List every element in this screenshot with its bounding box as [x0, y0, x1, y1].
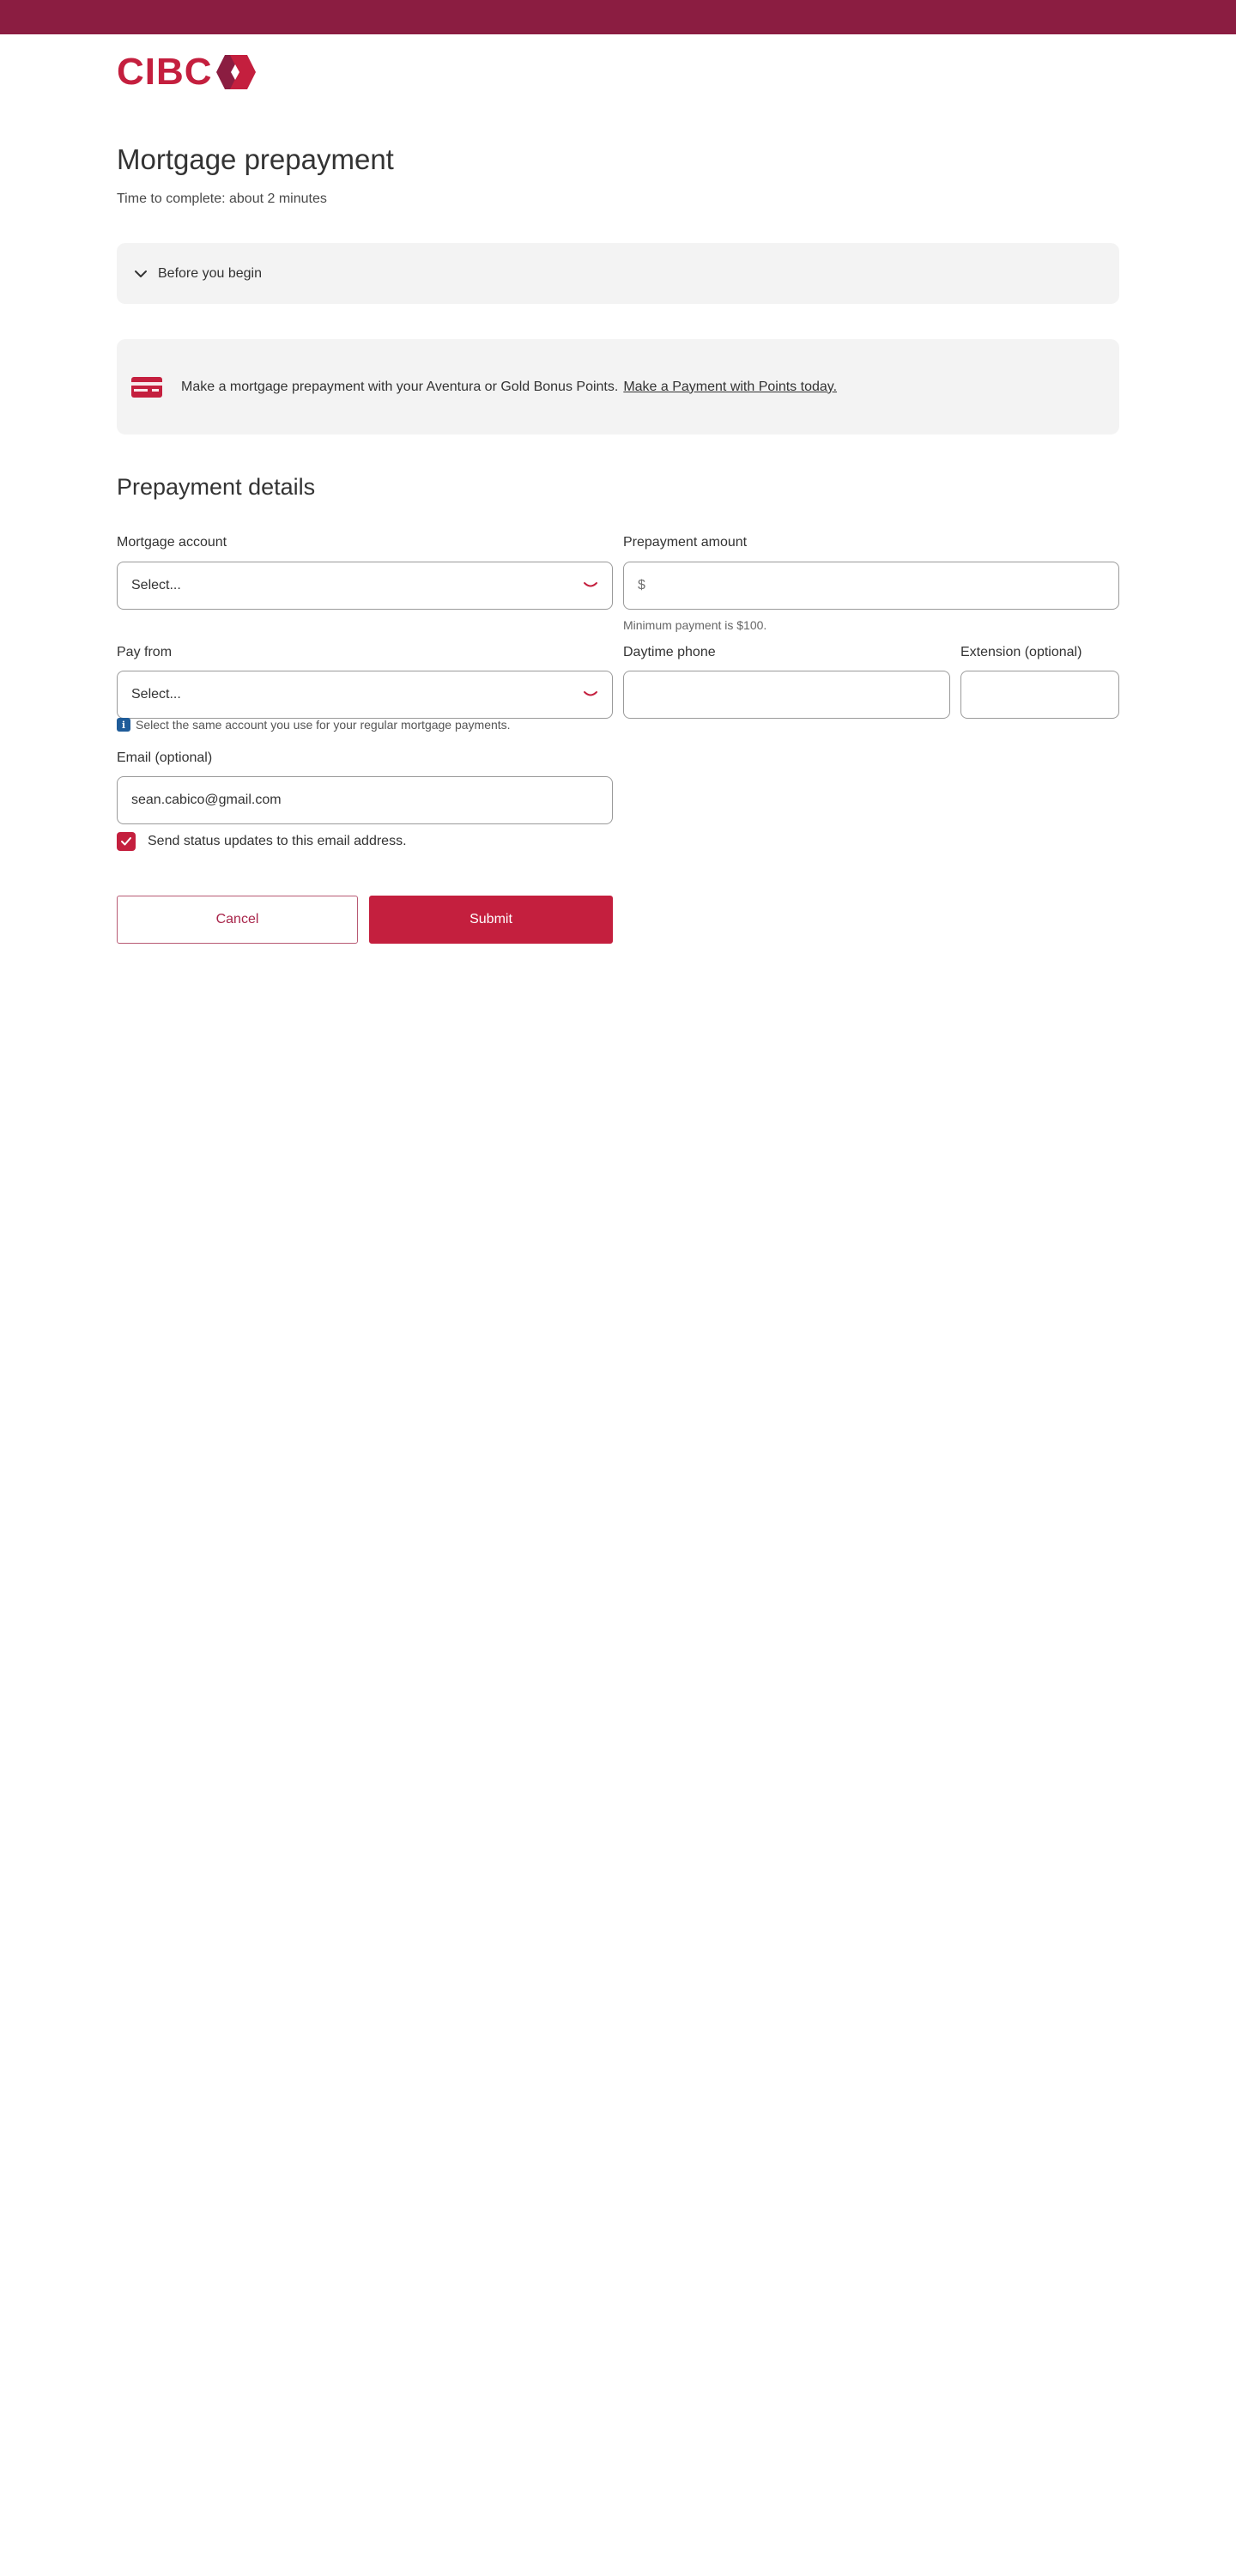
promo-text: Make a mortgage prepayment with your Ave… — [181, 379, 619, 394]
email-value: sean.cabico@gmail.com — [131, 793, 282, 807]
daytime-phone-label: Daytime phone — [623, 645, 716, 659]
chevron-down-icon — [135, 270, 147, 277]
currency-prefix: $ — [638, 578, 645, 592]
time-to-complete: Time to complete: about 2 minutes — [117, 191, 327, 206]
credit-card-icon — [131, 376, 162, 398]
points-promo-banner: Make a mortgage prepayment with your Ave… — [117, 339, 1119, 434]
checkmark-icon — [121, 837, 131, 846]
chevron-down-icon — [584, 582, 597, 587]
extension-field[interactable] — [975, 687, 1105, 702]
email-label: Email (optional) — [117, 750, 213, 765]
submit-button[interactable]: Submit — [369, 896, 613, 944]
mortgage-account-label: Mortgage account — [117, 535, 227, 550]
mortgage-account-value: Select... — [131, 578, 181, 592]
section-title: Prepayment details — [117, 474, 316, 500]
cancel-button[interactable]: Cancel — [117, 896, 358, 944]
pay-from-info-text: Select the same account you use for your… — [136, 718, 511, 732]
cibc-diamond-icon — [215, 55, 256, 89]
pay-from-select[interactable]: Select... — [117, 671, 613, 719]
pay-from-label: Pay from — [117, 645, 173, 659]
mortgage-account-select[interactable]: Select... — [117, 562, 613, 610]
logo-text: CIBC — [117, 51, 213, 93]
extension-input[interactable] — [960, 671, 1119, 719]
before-you-begin-accordion[interactable]: Before you begin — [117, 243, 1119, 304]
extension-label: Extension (optional) — [960, 645, 1082, 659]
pay-from-info: i Select the same account you use for yo… — [117, 718, 511, 732]
pay-with-points-link[interactable]: Make a Payment with Points today. — [623, 380, 837, 395]
status-updates-checkbox[interactable] — [117, 832, 136, 851]
chevron-down-icon — [584, 691, 597, 696]
prepayment-amount-helper: Minimum payment is $100. — [623, 618, 767, 632]
pay-from-value: Select... — [131, 687, 181, 702]
prepayment-amount-label: Prepayment amount — [623, 535, 748, 550]
status-updates-option: Send status updates to this email addres… — [117, 832, 407, 851]
daytime-phone-field[interactable] — [638, 687, 936, 702]
top-brand-bar — [0, 0, 1236, 34]
daytime-phone-input[interactable] — [623, 671, 950, 719]
accordion-label: Before you begin — [158, 265, 262, 281]
info-icon: i — [117, 718, 130, 732]
cibc-logo[interactable]: CIBC — [117, 51, 256, 93]
status-updates-label: Send status updates to this email addres… — [148, 834, 407, 848]
page-title: Mortgage prepayment — [117, 143, 394, 175]
email-input[interactable]: sean.cabico@gmail.com — [117, 776, 613, 824]
prepayment-amount-input[interactable]: $ — [623, 562, 1119, 610]
